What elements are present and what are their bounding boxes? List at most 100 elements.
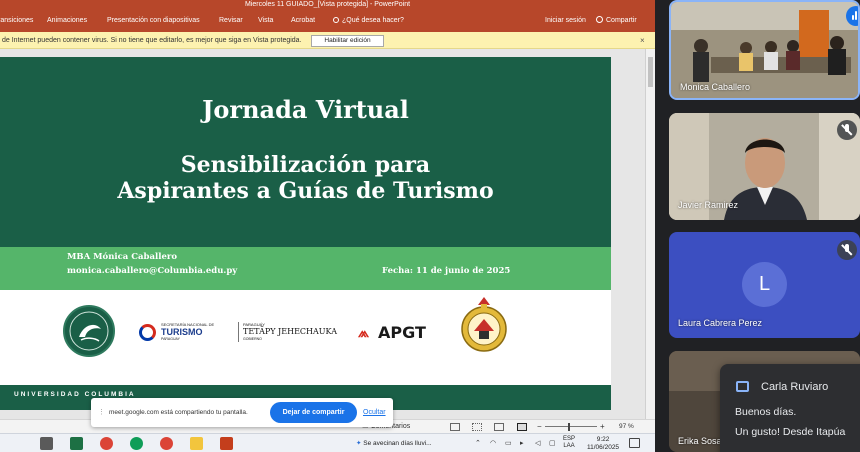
scrollbar-thumb[interactable] bbox=[648, 57, 653, 87]
zoom-in-icon[interactable]: + bbox=[600, 420, 605, 434]
drag-handle-icon[interactable]: ⋮ bbox=[98, 408, 105, 416]
title-bar: Miercoles 11 GUIADO_[Vista protegida] - … bbox=[0, 0, 655, 10]
person-icon bbox=[596, 16, 603, 23]
participant-name: Erika Sosa bbox=[678, 436, 722, 446]
presentation-date: Fecha: 11 de junio de 2025 bbox=[382, 266, 511, 276]
tetapy-jehechauka-logo: PARAGUÁY TETÃPY JEHECHAUKA GOBIERNO bbox=[238, 322, 338, 342]
apgt-mark-icon: ⩕ bbox=[358, 325, 370, 341]
zoom-slider-thumb[interactable] bbox=[568, 423, 570, 431]
clock[interactable]: 9:22 11/06/2025 bbox=[587, 436, 619, 451]
presenter-name: MBA Mónica Caballero bbox=[67, 252, 178, 262]
file-explorer-icon[interactable] bbox=[40, 437, 53, 450]
participant-tile-javier[interactable]: Javier Ramirez bbox=[669, 113, 860, 220]
protected-view-bar: de Internet pueden contener virus. Si no… bbox=[0, 32, 655, 49]
zoom-slider[interactable] bbox=[545, 426, 597, 427]
avatar: L bbox=[742, 262, 787, 307]
participant-name: Monica Caballero bbox=[680, 82, 751, 92]
chrome-profile-icon[interactable] bbox=[130, 437, 143, 450]
notifications-icon[interactable] bbox=[629, 438, 640, 448]
participant-name: Javier Ramirez bbox=[678, 200, 739, 210]
display-icon[interactable]: ▢ bbox=[549, 434, 556, 452]
meet-icon[interactable]: ▸ bbox=[520, 434, 524, 452]
senatur-name: TURISMO bbox=[161, 327, 203, 337]
tab-acrobat[interactable]: Acrobat bbox=[291, 10, 315, 32]
hide-button[interactable]: Ocultar bbox=[363, 398, 386, 427]
participant-name: Laura Cabrera Perez bbox=[678, 318, 763, 328]
chevron-up-icon[interactable]: ⌃ bbox=[475, 434, 481, 452]
language-code: ESP bbox=[563, 436, 576, 442]
tab-vista[interactable]: Vista bbox=[258, 10, 273, 32]
tab-transiciones[interactable]: Transiciones bbox=[0, 10, 33, 32]
chat-notification[interactable]: Carla Ruviaro Buenos días. Un gusto! Des… bbox=[720, 364, 860, 452]
tab-animaciones[interactable]: Animaciones bbox=[47, 10, 87, 32]
slide-presenter-band: MBA Mónica Caballero monica.caballero@Co… bbox=[0, 247, 611, 290]
battery-icon[interactable]: ▭ bbox=[505, 434, 512, 452]
chat-message-line2: Un gusto! Desde Itapúa bbox=[735, 426, 846, 438]
zoom-out-icon[interactable]: − bbox=[537, 420, 542, 434]
tetapy-name: TETÃPY JEHECHAUKA bbox=[243, 327, 337, 336]
zoom-level[interactable]: 97 % bbox=[619, 420, 634, 434]
share-label: Compartir bbox=[606, 17, 637, 24]
participant-tile-monica[interactable]: Monica Caballero bbox=[669, 0, 860, 100]
slide-title-line1: Sensibilización para bbox=[180, 152, 431, 178]
tell-me-search[interactable]: ¿Qué desea hacer? bbox=[333, 10, 404, 32]
senatur-country: PARAGUAY bbox=[161, 337, 180, 341]
slide-title-band: Jornada Virtual Sensibilización para Asp… bbox=[0, 57, 611, 247]
screen-share-bar: ⋮ meet.google.com está compartiendo tu p… bbox=[91, 398, 393, 427]
chat-message-line1: Buenos días. bbox=[735, 406, 797, 418]
slide-heading: Jornada Virtual bbox=[202, 95, 409, 124]
clock-time: 9:22 bbox=[596, 436, 610, 443]
windows-taskbar: ✦ Se avecinan días lluvi... ⌃ ◠ ▭ ▸ ◁ ▢ … bbox=[0, 433, 655, 452]
stop-sharing-button[interactable]: Dejar de compartir bbox=[270, 402, 357, 423]
mic-off-icon bbox=[837, 120, 857, 140]
screen-share-message: meet.google.com está compartiendo tu pan… bbox=[109, 409, 248, 416]
slide[interactable]: Jornada Virtual Sensibilización para Asp… bbox=[0, 57, 611, 410]
enable-editing-button[interactable]: Habilitar edición bbox=[311, 35, 384, 47]
slideshow-icon[interactable] bbox=[517, 423, 527, 431]
apgt-logo: ⩕ APGT bbox=[358, 323, 430, 343]
share-button[interactable]: Compartir bbox=[596, 10, 637, 32]
senatur-logo: SECRETARÍA NACIONAL DE TURISMO PARAGUAY bbox=[139, 322, 231, 342]
university-name: UNIVERSIDAD COLUMBIA bbox=[14, 391, 136, 398]
tab-presentacion[interactable]: Presentación con diapositivas bbox=[107, 10, 200, 32]
screen: Miercoles 11 GUIADO_[Vista protegida] - … bbox=[0, 0, 860, 452]
apgt-text: APGT bbox=[378, 323, 426, 342]
tell-me-label: ¿Qué desea hacer? bbox=[342, 17, 404, 24]
folder-icon[interactable] bbox=[190, 437, 203, 450]
chrome-icon[interactable] bbox=[100, 437, 113, 450]
protected-view-message: de Internet pueden contener virus. Si no… bbox=[2, 37, 302, 44]
clock-date: 11/06/2025 bbox=[587, 443, 620, 451]
normal-view-icon[interactable] bbox=[450, 423, 460, 431]
guides-emblem-logo bbox=[460, 295, 508, 357]
university-seal-logo bbox=[63, 305, 115, 357]
chat-sender: Carla Ruviaro bbox=[761, 381, 829, 393]
slide-logo-row: SECRETARÍA NACIONAL DE TURISMO PARAGUAY … bbox=[0, 290, 611, 385]
participant-tile-laura[interactable]: L Laura Cabrera Perez bbox=[669, 232, 860, 338]
window-title: Miercoles 11 GUIADO_[Vista protegida] - … bbox=[244, 1, 411, 8]
close-icon[interactable]: × bbox=[640, 32, 645, 49]
excel-icon[interactable] bbox=[70, 437, 83, 450]
powerpoint-window: Miercoles 11 GUIADO_[Vista protegida] - … bbox=[0, 0, 655, 452]
language-indicator[interactable]: ESP LAA bbox=[563, 436, 575, 450]
speaking-indicator-icon bbox=[846, 6, 858, 26]
sign-in-link[interactable]: Iniciar sesión bbox=[545, 10, 586, 32]
wifi-icon[interactable]: ◠ bbox=[490, 434, 496, 452]
weather-widget[interactable]: ✦ Se avecinan días lluvi... bbox=[356, 434, 432, 452]
presenter-email: monica.caballero@Columbia.edu.py bbox=[67, 266, 238, 276]
language-layout: LAA bbox=[563, 443, 575, 449]
tetapy-sub: GOBIERNO bbox=[243, 337, 262, 341]
ribbon-tabs: Transiciones Animaciones Presentación co… bbox=[0, 10, 655, 32]
weather-text: Se avecinan días lluvi... bbox=[363, 440, 432, 447]
powerpoint-icon[interactable] bbox=[220, 437, 233, 450]
volume-icon[interactable]: ◁ bbox=[535, 434, 540, 452]
slide-title-line2: Aspirantes a Guías de Turismo bbox=[117, 178, 494, 204]
lightbulb-icon bbox=[333, 17, 339, 23]
vertical-scrollbar[interactable] bbox=[645, 49, 655, 419]
mic-off-icon bbox=[837, 240, 857, 260]
slide-sorter-icon[interactable] bbox=[472, 423, 482, 431]
chrome-window-icon[interactable] bbox=[160, 437, 173, 450]
chat-icon bbox=[736, 381, 749, 392]
tab-revisar[interactable]: Revisar bbox=[219, 10, 243, 32]
reading-view-icon[interactable] bbox=[494, 423, 504, 431]
paraguay-flag-icon bbox=[139, 324, 156, 341]
